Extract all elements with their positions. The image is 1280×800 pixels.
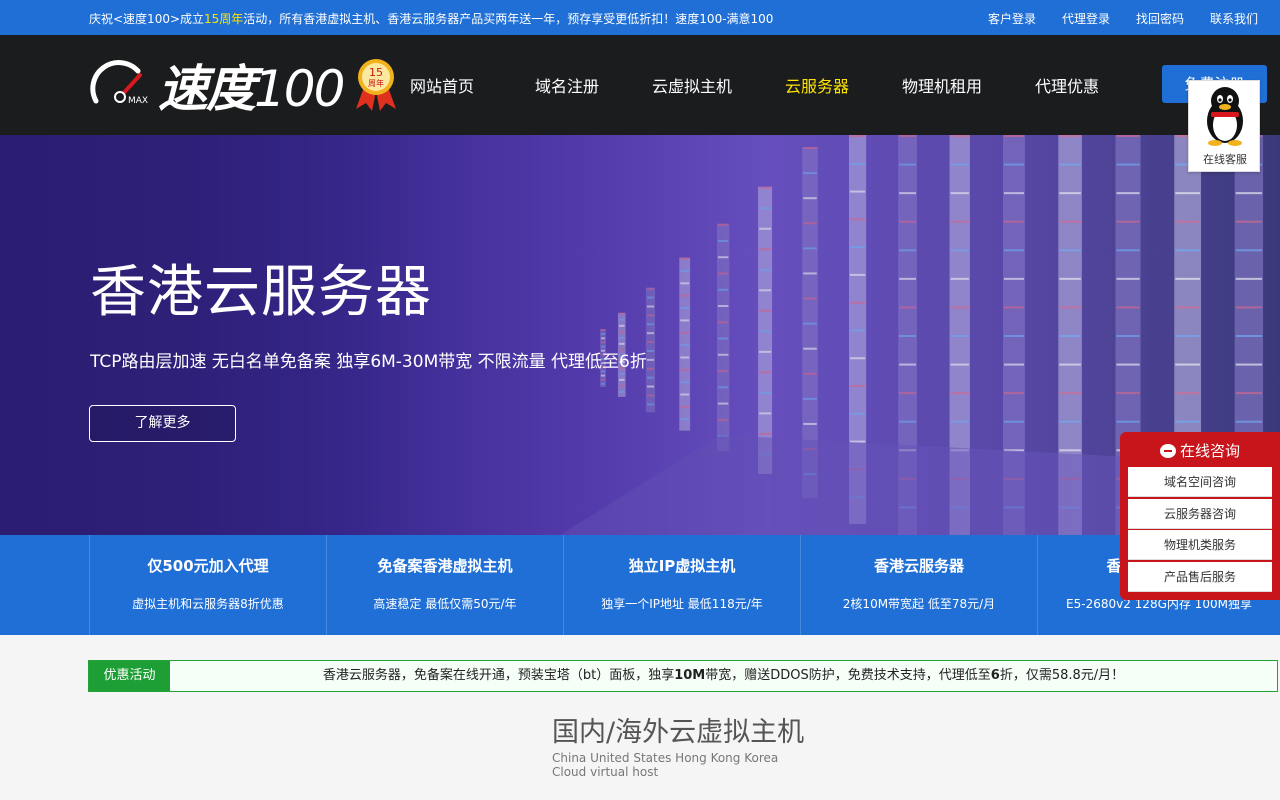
main-nav: 网站首页 域名注册 云虚拟主机 云服务器 物理机租用 代理优惠 <box>410 73 1099 97</box>
qq-penguin-icon <box>1207 87 1243 146</box>
contact-us-link[interactable]: 联系我们 <box>1210 10 1258 27</box>
site-header: MAX 速度100 15 周年 网站首页 域名注册 云虚拟主机 云服务器 物理机… <box>0 35 1280 135</box>
server-racks-image <box>0 135 1280 535</box>
nav-domain[interactable]: 域名注册 <box>535 73 652 97</box>
nav-agent[interactable]: 代理优惠 <box>1035 73 1099 97</box>
promo-bold-a: 10M <box>674 668 706 683</box>
qq-service-label: 在线客服 <box>1203 153 1247 166</box>
consult-title: 在线咨询 <box>1179 442 1240 460</box>
chat-icon <box>1159 444 1176 458</box>
logo-brand-text: 速度100 <box>158 49 345 121</box>
nav-cloud-server[interactable]: 云服务器 <box>785 73 902 97</box>
promo-text-a: 香港云服务器，免备案在线开通，预装宝塔（bt）面板，独享 <box>322 668 675 683</box>
feature-desc: 独享一个IP地址 最低118元/年 <box>601 597 763 611</box>
section-title: 国内/海外云虚拟主机 <box>552 717 805 748</box>
consult-item-physical[interactable]: 物理机类服务 <box>1128 530 1272 560</box>
promo-text-pre: 庆祝<速度100>成立 <box>89 12 205 26</box>
consult-item-after-sales[interactable]: 产品售后服务 <box>1128 562 1272 592</box>
customer-login-link[interactable]: 客户登录 <box>988 10 1036 27</box>
section-subtitle-line2: Cloud virtual host <box>552 765 659 779</box>
badge-number: 15 <box>369 66 383 79</box>
hero-banner: 香港云服务器 TCP路由层加速 无白名单免备案 独享6M-30M带宽 不限流量 … <box>0 135 1280 535</box>
hero-subtitle: TCP路由层加速 无白名单免备案 独享6M-30M带宽 不限流量 代理低至6折 <box>90 352 647 372</box>
feature-agent[interactable]: 仅500元加入代理 虚拟主机和云服务器8折优惠 <box>89 535 326 635</box>
logo-brand: 速度 <box>158 60 256 118</box>
anniversary-badge-icon: 15 周年 <box>356 59 396 111</box>
badge-text: 周年 <box>368 78 384 88</box>
consult-header: 在线咨询 <box>1120 440 1280 461</box>
anniversary-promo-text: 庆祝<速度100>成立15周年活动，所有香港虚拟主机、香港云服务器产品买两年送一… <box>89 10 773 27</box>
feature-desc: 高速稳定 最低仅需50元/年 <box>373 597 517 611</box>
hero-title: 香港云服务器 <box>90 260 432 325</box>
feature-dedicated-ip-host[interactable]: 独立IP虚拟主机 独享一个IP地址 最低118元/年 <box>563 535 800 635</box>
online-consult-panel: 在线咨询 域名空间咨询 云服务器咨询 物理机类服务 产品售后服务 <box>1120 432 1280 600</box>
top-bar: 庆祝<速度100>成立15周年活动，所有香港虚拟主机、香港云服务器产品买两年送一… <box>0 0 1280 35</box>
feature-desc: 2核10M带宽起 低至78元/月 <box>842 597 996 611</box>
consult-item-domain-space[interactable]: 域名空间咨询 <box>1128 467 1272 497</box>
feature-title: 免备案香港虚拟主机 <box>377 557 513 575</box>
feature-hk-virtual-host[interactable]: 免备案香港虚拟主机 高速稳定 最低仅需50元/年 <box>326 535 563 635</box>
promotion-tag: 优惠活动 <box>89 661 170 691</box>
feature-strip: 仅500元加入代理 虚拟主机和云服务器8折优惠 免备案香港虚拟主机 高速稳定 最… <box>0 535 1280 635</box>
qq-service-widget[interactable]: 在线客服 <box>1188 80 1260 172</box>
feature-title: 仅500元加入代理 <box>147 557 269 575</box>
promotion-bar: 优惠活动 香港云服务器，免备案在线开通，预装宝塔（bt）面板，独享10M带宽，赠… <box>88 660 1278 692</box>
promo-text-b: 带宽，赠送DDOS防护，免费技术支持，代理低至 <box>705 668 991 683</box>
feature-hk-cloud-server[interactable]: 香港云服务器 2核10M带宽起 低至78元/月 <box>800 535 1037 635</box>
site-logo[interactable]: MAX 速度100 15 周年 <box>90 53 400 123</box>
promo-text-c: 折，仅需58.8元/月！ <box>999 668 1125 683</box>
recover-password-link[interactable]: 找回密码 <box>1136 10 1184 27</box>
promotion-text[interactable]: 香港云服务器，免备案在线开通，预装宝塔（bt）面板，独享10M带宽，赠送DDOS… <box>170 661 1277 691</box>
nav-virtual-host[interactable]: 云虚拟主机 <box>652 73 785 97</box>
nav-home[interactable]: 网站首页 <box>410 73 535 97</box>
consult-item-cloud-server[interactable]: 云服务器咨询 <box>1128 499 1272 529</box>
feature-title: 独立IP虚拟主机 <box>628 557 736 575</box>
section-subtitle-line1: China United States Hong Kong Korea <box>552 751 779 765</box>
nav-physical-server[interactable]: 物理机租用 <box>902 73 1035 97</box>
promo-bold-b: 6 <box>990 668 1000 683</box>
promo-highlight: 15周年 <box>204 12 244 26</box>
promo-text-post: 活动，所有香港虚拟主机、香港云服务器产品买两年送一年，预存享受更低折扣！速度10… <box>243 12 774 26</box>
logo-max-text: MAX <box>128 96 149 106</box>
feature-desc: 虚拟主机和云服务器8折优惠 <box>132 597 284 611</box>
learn-more-button[interactable]: 了解更多 <box>89 405 236 442</box>
feature-title: 香港云服务器 <box>873 557 964 575</box>
top-links: 客户登录 代理登录 找回密码 联系我们 <box>962 10 1258 27</box>
agent-login-link[interactable]: 代理登录 <box>1062 10 1110 27</box>
logo-hundred: 100 <box>254 60 345 118</box>
section-heading: 国内/海外云虚拟主机 China United States Hong Kong… <box>552 710 804 779</box>
